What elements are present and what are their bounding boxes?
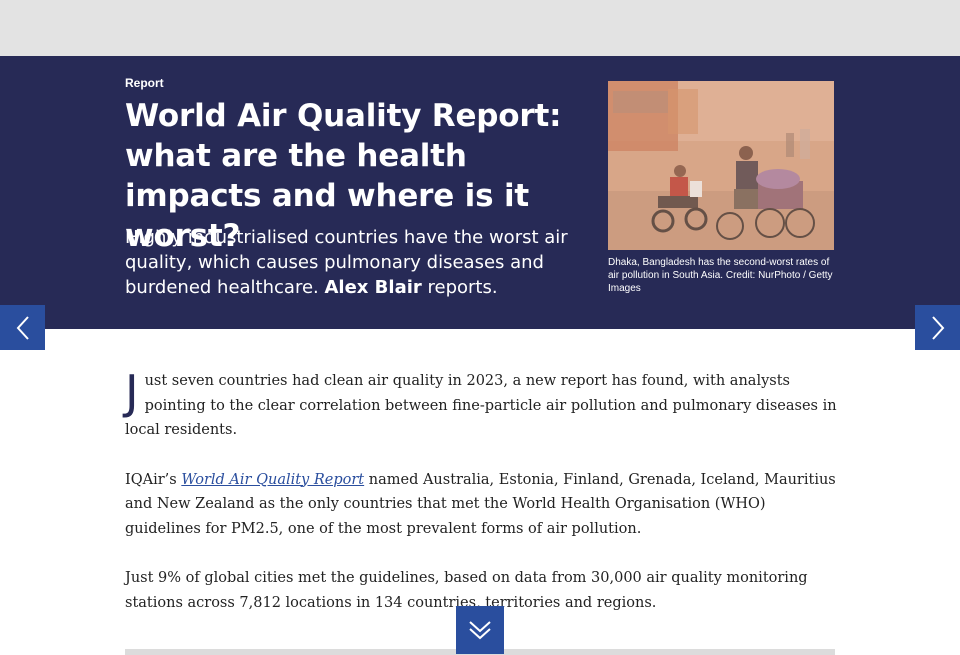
article-hero: Report World Air Quality Report: what ar… [0, 56, 960, 329]
drop-cap: J [125, 365, 139, 419]
scroll-down-button[interactable] [456, 606, 504, 654]
report-link[interactable]: World Air Quality Report [181, 472, 364, 488]
article-standfirst: Highly industrialised countries have the… [125, 225, 590, 300]
standfirst-suffix: reports. [427, 277, 498, 298]
paragraph-text: IQAir’s [125, 471, 177, 488]
article-paragraph: IQAir’s World Air Quality Report named A… [125, 468, 837, 542]
image-caption: Dhaka, Bangladesh has the second-worst r… [608, 257, 833, 294]
hero-image [608, 81, 834, 250]
article-category[interactable]: Report [125, 76, 164, 90]
article-paragraph: Just seven countries had clean air quali… [125, 369, 837, 443]
author-name[interactable]: Alex Blair [325, 277, 422, 298]
chevron-left-icon [16, 315, 29, 340]
next-article-button[interactable] [915, 305, 960, 350]
article-body: Just seven countries had clean air quali… [125, 369, 837, 640]
chevron-right-icon [931, 315, 944, 340]
paragraph-text: ust seven countries had clean air qualit… [125, 373, 837, 438]
double-chevron-down-icon [469, 621, 491, 640]
previous-article-button[interactable] [0, 305, 45, 350]
top-ad-banner [0, 0, 960, 56]
